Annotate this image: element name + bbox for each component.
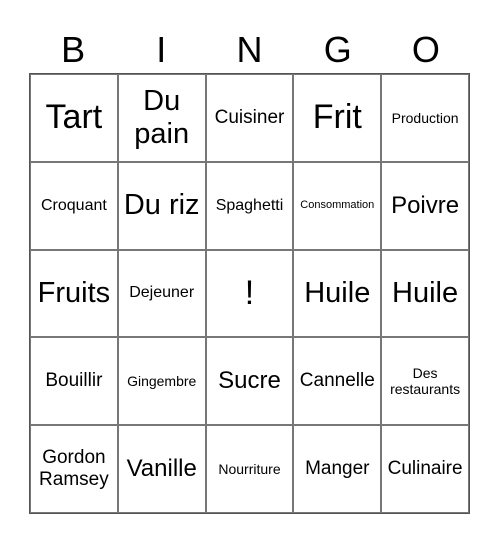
bingo-cell[interactable]: Vanille (117, 425, 206, 513)
cell-label: Cuisiner (214, 106, 285, 128)
cell-label: Fruits (37, 276, 111, 309)
bingo-cell[interactable]: ! (205, 249, 294, 338)
cell-label: Des restaurants (390, 365, 461, 398)
cell-label: Nourriture (218, 461, 281, 478)
bingo-cell[interactable]: Gordon Ramsey (30, 425, 118, 513)
cell-label: Gingembre (127, 373, 197, 390)
bingo-cell[interactable]: Des restaurants (381, 337, 469, 426)
bingo-cell[interactable]: Frit (293, 74, 382, 162)
cell-label: Culinaire (387, 458, 463, 480)
cell-label: Bouillir (45, 370, 103, 392)
bingo-cell[interactable]: Tart (30, 74, 118, 162)
bingo-cell[interactable]: Cuisiner (205, 74, 294, 162)
bingo-cell[interactable]: Sucre (205, 337, 294, 426)
header-letter: O (411, 29, 440, 70)
cell-label: Du riz (123, 189, 200, 222)
cell-label: Frit (312, 98, 362, 137)
bingo-cell[interactable]: Manger (293, 425, 382, 513)
cell-label: Production (391, 109, 459, 126)
bingo-cell[interactable]: Huile (381, 249, 469, 338)
cell-label: Gordon Ramsey (39, 447, 109, 491)
cell-label: Cannelle (299, 370, 375, 392)
header-letter: I (156, 29, 167, 70)
bingo-cell[interactable]: Cannelle (293, 337, 382, 426)
bingo-cell[interactable]: Du riz (117, 161, 206, 250)
cell-label: Du pain (134, 84, 190, 150)
bingo-cell[interactable]: Fruits (30, 249, 118, 338)
bingo-cell[interactable]: Huile (293, 249, 382, 338)
bingo-cell[interactable]: Production (381, 74, 469, 162)
bingo-cell[interactable]: Spaghetti (205, 161, 294, 250)
header-letter: G (323, 29, 352, 70)
bingo-header: BINGO (29, 28, 470, 72)
bingo-cell[interactable]: Du pain (117, 74, 206, 162)
cell-label: Huile (392, 276, 459, 309)
cell-label: Spaghetti (215, 196, 284, 214)
bingo-cell[interactable]: Gingembre (117, 337, 206, 426)
bingo-cell[interactable]: Croquant (30, 161, 118, 250)
cell-label: Poivre (391, 191, 460, 219)
cell-label: Manger (305, 458, 370, 480)
header-letter: B (61, 29, 86, 70)
cell-label: Tart (45, 98, 103, 137)
bingo-cell[interactable]: Culinaire (381, 425, 469, 513)
cell-label: Consommation (300, 199, 375, 212)
bingo-cell[interactable]: Nourriture (205, 425, 294, 513)
cell-label: ! (244, 273, 255, 312)
cell-label: Dejeuner (129, 284, 195, 302)
cell-label: Croquant (40, 196, 107, 214)
header-letter: N (236, 29, 263, 70)
bingo-cell[interactable]: Dejeuner (117, 249, 206, 338)
cell-label: Vanille (126, 455, 197, 483)
bingo-cell[interactable]: Poivre (381, 161, 469, 250)
bingo-cell[interactable]: Consommation (293, 161, 382, 250)
cell-label: Sucre (218, 367, 281, 395)
bingo-grid: Tart Du pain Cuisiner Frit Production Croquan… (29, 73, 470, 514)
cell-label: Huile (304, 276, 371, 309)
bingo-cell[interactable]: Bouillir (30, 337, 118, 426)
